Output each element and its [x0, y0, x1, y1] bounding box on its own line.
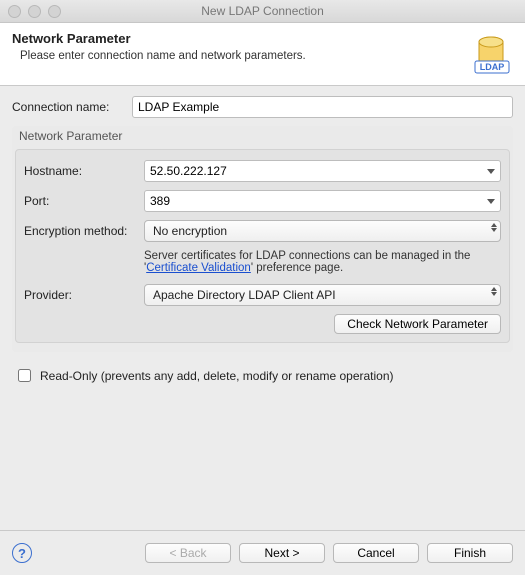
window-title: New LDAP Connection — [0, 4, 525, 18]
check-network-button[interactable]: Check Network Parameter — [334, 314, 501, 334]
port-input[interactable] — [144, 190, 501, 212]
encryption-label: Encryption method: — [24, 224, 144, 238]
port-label: Port: — [24, 194, 144, 208]
finish-button[interactable]: Finish — [427, 543, 513, 563]
titlebar: New LDAP Connection — [0, 0, 525, 23]
readonly-row: Read-Only (prevents any add, delete, mod… — [14, 366, 511, 385]
provider-select[interactable]: Apache Directory LDAP Client API — [144, 284, 501, 306]
wizard-banner: Network Parameter Please enter connectio… — [0, 23, 525, 86]
back-button[interactable]: < Back — [145, 543, 231, 563]
port-combo[interactable] — [144, 190, 501, 212]
encryption-select[interactable]: No encryption — [144, 220, 501, 242]
ldap-icon: LDAP — [469, 31, 513, 75]
provider-label: Provider: — [24, 288, 144, 302]
connection-name-row: Connection name: — [12, 96, 513, 118]
encryption-value: No encryption — [144, 220, 501, 242]
svg-text:LDAP: LDAP — [480, 62, 505, 72]
certificate-hint: Server certificates for LDAP connections… — [144, 250, 501, 274]
connection-name-input[interactable] — [132, 96, 513, 118]
wizard-footer: ? < Back Next > Cancel Finish — [0, 530, 525, 575]
hostname-input[interactable] — [144, 160, 501, 182]
readonly-checkbox[interactable] — [18, 369, 31, 382]
banner-heading: Network Parameter — [12, 31, 461, 46]
hostname-combo[interactable] — [144, 160, 501, 182]
network-group-title: Network Parameter — [15, 127, 510, 149]
help-icon[interactable]: ? — [12, 543, 32, 563]
banner-subtitle: Please enter connection name and network… — [20, 50, 461, 62]
cancel-button[interactable]: Cancel — [333, 543, 419, 563]
updown-icon — [491, 223, 497, 232]
readonly-label: Read-Only (prevents any add, delete, mod… — [40, 369, 394, 383]
certificate-validation-link[interactable]: Certificate Validation — [146, 262, 251, 274]
connection-name-label: Connection name: — [12, 100, 132, 114]
next-button[interactable]: Next > — [239, 543, 325, 563]
provider-value: Apache Directory LDAP Client API — [144, 284, 501, 306]
network-parameter-group: Network Parameter Hostname: Port: Encryp… — [12, 126, 513, 352]
updown-icon — [491, 287, 497, 296]
hostname-label: Hostname: — [24, 164, 144, 178]
